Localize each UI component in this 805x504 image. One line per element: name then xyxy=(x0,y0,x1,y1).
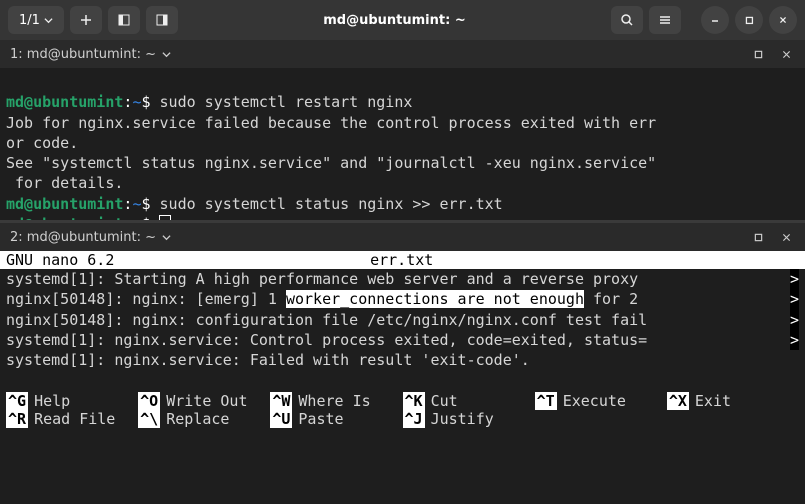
nano-version: GNU nano 6.2 xyxy=(6,251,114,269)
tab-counter[interactable]: 1/1 xyxy=(8,6,64,34)
shortcut-key: ^U xyxy=(270,410,292,428)
output-line: for details. xyxy=(6,174,123,192)
nano-shortcut: ^K Cut xyxy=(403,392,535,410)
shortcut-label: Read File xyxy=(34,410,115,428)
pane-2-label: 2: md@ubuntumint: ~ xyxy=(10,230,156,245)
shortcut-key: ^\ xyxy=(138,410,160,428)
prompt-dollar: $ xyxy=(141,215,159,220)
split-left-button[interactable] xyxy=(108,6,140,34)
maximize-button[interactable] xyxy=(735,6,763,34)
output-line: or code. xyxy=(6,134,78,152)
shortcut-key: ^J xyxy=(403,410,425,428)
terminal-cursor xyxy=(160,216,170,220)
shortcut-key: ^R xyxy=(6,410,28,428)
hamburger-icon xyxy=(658,13,672,27)
pane-2-header[interactable]: 2: md@ubuntumint: ~ xyxy=(0,223,805,251)
split-left-icon xyxy=(117,13,131,27)
nano-line: nginx[50148]: nginx: configuration file … xyxy=(6,310,799,330)
shortcut-label: Exit xyxy=(695,392,731,410)
nano-shortcut: ^U Paste xyxy=(270,410,402,428)
search-button[interactable] xyxy=(611,6,643,34)
tab-count-text: 1/1 xyxy=(19,13,40,28)
command-1: sudo systemctl restart nginx xyxy=(160,93,413,111)
nano-shortcut: ^T Execute xyxy=(535,392,667,410)
chevron-down-icon xyxy=(162,233,171,242)
split-right-icon xyxy=(155,13,169,27)
x-icon xyxy=(781,49,792,60)
nano-shortcut: ^O Write Out xyxy=(138,392,270,410)
search-icon xyxy=(620,13,634,27)
shortcut-key: ^G xyxy=(6,392,28,410)
command-2: sudo systemctl status nginx >> err.txt xyxy=(160,195,503,213)
pane-close-button[interactable] xyxy=(777,228,795,246)
chevron-down-icon xyxy=(162,50,171,59)
square-icon xyxy=(753,49,764,60)
nano-shortcut: ^W Where Is xyxy=(270,392,402,410)
prompt-user: md@ubuntumint xyxy=(6,215,123,220)
shortcut-label: Replace xyxy=(166,410,229,428)
window-title: md@ubuntumint: ~ xyxy=(184,13,605,28)
prompt-dollar: $ xyxy=(141,93,159,111)
nano-shortcut: ^G Help xyxy=(6,392,138,410)
shortcut-key: ^T xyxy=(535,392,557,410)
nano-line: systemd[1]: nginx.service: Control proce… xyxy=(6,330,799,350)
split-right-button[interactable] xyxy=(146,6,178,34)
nano-content: systemd[1]: Starting A high performance … xyxy=(0,269,805,370)
shortcut-label: Cut xyxy=(431,392,458,410)
output-line: See "systemctl status nginx.service" and… xyxy=(6,154,656,172)
terminal-pane-1[interactable]: md@ubuntumint:~$ sudo systemctl restart … xyxy=(0,68,805,220)
pane-1-header[interactable]: 1: md@ubuntumint: ~ xyxy=(0,40,805,68)
output-line: Job for nginx.service failed because the… xyxy=(6,114,656,132)
square-icon xyxy=(753,232,764,243)
prompt-user: md@ubuntumint xyxy=(6,93,123,111)
shortcut-label: Paste xyxy=(298,410,343,428)
nano-shortcut: ^X Exit xyxy=(667,392,799,410)
x-icon xyxy=(781,232,792,243)
new-tab-button[interactable] xyxy=(70,6,102,34)
nano-line: systemd[1]: nginx.service: Failed with r… xyxy=(6,350,799,370)
nano-shortcut: ^R Read File xyxy=(6,410,138,428)
nano-shortcut: ^J Justify xyxy=(403,410,535,428)
pane-maximize-button[interactable] xyxy=(749,45,767,63)
terminal-pane-2[interactable]: GNU nano 6.2 err.txt systemd[1]: Startin… xyxy=(0,251,805,434)
nano-shortcut-bar: ^G Help ^O Write Out ^W Where Is ^K Cut ^T Execut… xyxy=(0,390,805,434)
pane-maximize-button[interactable] xyxy=(749,228,767,246)
shortcut-label: Execute xyxy=(563,392,626,410)
shortcut-label: Write Out xyxy=(166,392,247,410)
nano-filename: err.txt xyxy=(114,251,689,269)
shortcut-label: Justify xyxy=(431,410,494,428)
nano-line: nginx[50148]: nginx: [emerg] 1 worker_co… xyxy=(6,289,799,309)
shortcut-label: Where Is xyxy=(298,392,370,410)
title-bar: 1/1 md@ubuntumint: ~ xyxy=(0,0,805,40)
close-button[interactable] xyxy=(769,6,797,34)
nano-line: systemd[1]: Starting A high performance … xyxy=(6,269,799,289)
maximize-icon xyxy=(743,14,755,26)
plus-icon xyxy=(79,13,93,27)
pane-1-label: 1: md@ubuntumint: ~ xyxy=(10,47,156,62)
menu-button[interactable] xyxy=(649,6,681,34)
shortcut-key: ^X xyxy=(667,392,689,410)
prompt-dollar: $ xyxy=(141,195,159,213)
shortcut-key: ^O xyxy=(138,392,160,410)
minimize-icon xyxy=(708,13,722,27)
nano-titlebar: GNU nano 6.2 err.txt xyxy=(0,251,805,269)
prompt-user: md@ubuntumint xyxy=(6,195,123,213)
shortcut-label: Help xyxy=(34,392,70,410)
minimize-button[interactable] xyxy=(701,6,729,34)
close-icon xyxy=(777,14,789,26)
chevron-down-icon xyxy=(44,16,53,25)
shortcut-key: ^W xyxy=(270,392,292,410)
nano-shortcut: ^\ Replace xyxy=(138,410,270,428)
shortcut-key: ^K xyxy=(403,392,425,410)
pane-close-button[interactable] xyxy=(777,45,795,63)
